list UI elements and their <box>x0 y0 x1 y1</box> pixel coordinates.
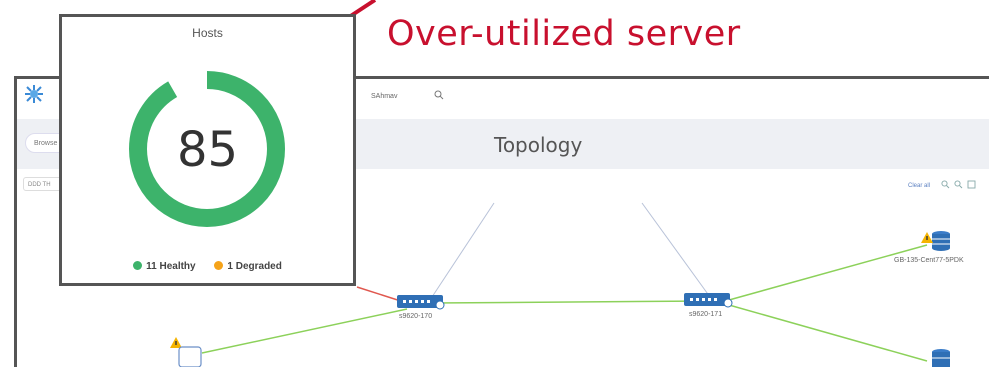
switch-node[interactable] <box>397 295 445 310</box>
legend-degraded: 1 Degraded <box>214 261 282 272</box>
legend-healthy: 11 Healthy <box>133 261 196 272</box>
annotation-label: Over-utilized server <box>387 14 741 54</box>
link-healthy <box>431 300 711 304</box>
uplink-line <box>431 202 495 298</box>
switch-label: s9620-170 <box>399 313 433 320</box>
legend-degraded-label: 1 Degraded <box>227 261 282 272</box>
health-score: 85 <box>176 122 239 178</box>
healthy-dot-icon <box>133 261 143 270</box>
host-database-icon[interactable] <box>932 349 950 367</box>
hosts-card-title: Hosts <box>192 26 223 40</box>
uplink-line <box>641 202 711 298</box>
warning-icon <box>921 232 933 243</box>
link-healthy <box>728 244 928 301</box>
legend-healthy-label: 11 Healthy <box>146 261 196 272</box>
hosts-health-card: Hosts 85 11 Healthy 1 Degraded <box>59 14 356 286</box>
link-healthy <box>728 304 928 362</box>
switch-node[interactable] <box>684 293 733 308</box>
degraded-dot-icon <box>214 261 224 270</box>
link-healthy <box>201 308 408 354</box>
warning-icon <box>170 337 182 348</box>
hosts-legend: 11 Healthy 1 Degraded <box>62 261 353 272</box>
host-database-icon[interactable] <box>932 231 950 251</box>
host-label: GB-135-Cent77-5PDK <box>894 257 964 264</box>
switch-label: s9620-171 <box>689 311 723 318</box>
host-node[interactable] <box>178 346 202 367</box>
